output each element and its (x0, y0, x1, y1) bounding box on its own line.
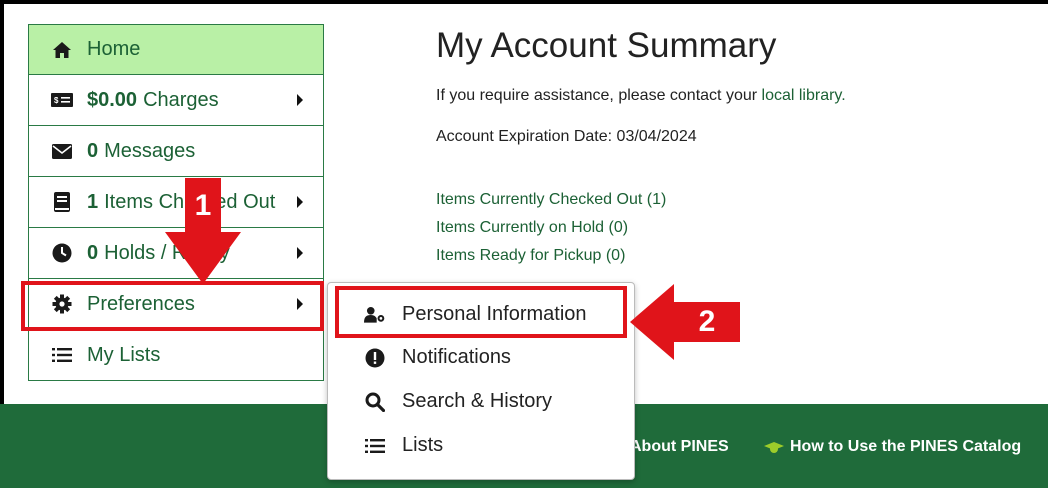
exclamation-circle-icon (364, 348, 386, 368)
menu-item-search-history[interactable]: Search & History (364, 390, 552, 413)
home-icon (51, 41, 73, 59)
page-title: My Account Summary (436, 26, 777, 65)
money-bill-icon: $ (51, 93, 73, 107)
caret-right-icon (297, 247, 303, 259)
book-icon (51, 192, 73, 212)
caret-right-icon (297, 196, 303, 208)
checked-out-link[interactable]: Items Currently Checked Out (1) (436, 186, 666, 214)
local-library-link[interactable]: local library. (762, 87, 846, 104)
sidebar-item-home[interactable]: Home (28, 24, 324, 75)
envelope-icon (51, 143, 73, 159)
list-icon (51, 347, 73, 363)
ready-pickup-link[interactable]: Items Ready for Pickup (0) (436, 242, 666, 270)
sidebar-item-charges[interactable]: $ $0.00 Charges (28, 75, 324, 126)
svg-text:$: $ (54, 96, 59, 105)
on-hold-link[interactable]: Items Currently on Hold (0) (436, 214, 666, 242)
list-icon (364, 438, 386, 454)
menu-item-lists[interactable]: Lists (364, 434, 443, 457)
account-summary-links: Items Currently Checked Out (1) Items Cu… (436, 186, 666, 270)
step-2-label: 2 (698, 305, 716, 338)
account-expiration: Account Expiration Date: 03/04/2024 (436, 128, 697, 145)
personal-information-highlight-box (335, 286, 627, 338)
search-icon (364, 392, 386, 412)
menu-item-notifications[interactable]: Notifications (364, 346, 511, 369)
clock-icon (51, 243, 73, 263)
sidebar-item-messages[interactable]: 0 Messages (28, 126, 324, 177)
preferences-highlight-box (21, 281, 324, 331)
graduation-cap-icon (764, 440, 784, 454)
footer-about-link[interactable]: About PINES (630, 438, 729, 456)
footer-howto-link[interactable]: How to Use the PINES Catalog (764, 438, 1021, 456)
sidebar-item-my-lists[interactable]: My Lists (28, 330, 324, 381)
step-1-label: 1 (194, 189, 212, 222)
assistance-text: If you require assistance, please contac… (436, 87, 846, 104)
caret-right-icon (297, 94, 303, 106)
